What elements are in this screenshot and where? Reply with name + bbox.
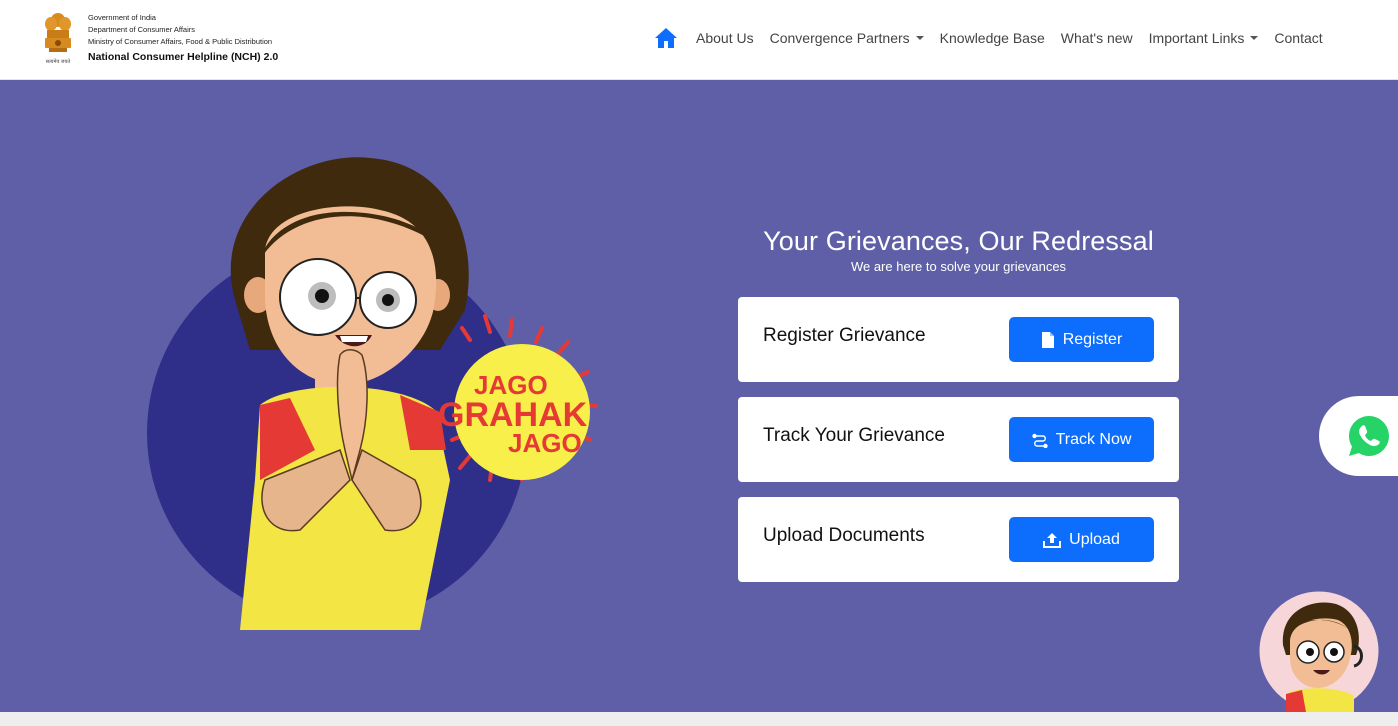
track-grievance-label: Track Your Grievance: [763, 425, 945, 446]
ashoka-emblem-icon[interactable]: सत्यमेव जयते: [40, 10, 76, 66]
jago-grahak-jago-illustration: JAGO GRAHAK JAGO: [147, 157, 598, 630]
footer-strip: [0, 712, 1398, 726]
track-now-button[interactable]: Track Now: [1009, 417, 1154, 462]
badge-line-3: JAGO: [508, 428, 582, 458]
hero-section: JAGO GRAHAK JAGO Your Grievances, Our Re…: [0, 80, 1398, 712]
brand-line-government: Government of India: [88, 13, 156, 22]
track-now-button-label: Track Now: [1055, 430, 1132, 448]
track-grievance-card: Track Your Grievance Track Now: [738, 397, 1179, 482]
nav-whats-new-label: What's new: [1060, 30, 1133, 46]
document-icon: [1041, 331, 1054, 348]
register-grievance-card: Register Grievance Register: [738, 297, 1179, 382]
home-icon: [655, 28, 677, 48]
nav-contact-label: Contact: [1274, 30, 1323, 46]
site-header: सत्यमेव जयते Government of India Departm…: [0, 0, 1398, 80]
nav-important-links[interactable]: Important Links: [1149, 30, 1259, 46]
route-icon: [1031, 433, 1048, 448]
nav-important-links-label: Important Links: [1148, 30, 1245, 46]
brand-title: National Consumer Helpline (NCH) 2.0: [88, 51, 279, 63]
brand-line-ministry: Ministry of Consumer Affairs, Food & Pub…: [88, 37, 273, 46]
upload-button[interactable]: Upload: [1009, 517, 1154, 562]
hero-headline: Your Grievances, Our Redressal We are he…: [738, 226, 1179, 274]
hero-subtitle: We are here to solve your grievances: [850, 259, 1067, 274]
register-button[interactable]: Register: [1009, 317, 1154, 362]
nav-knowledge-base[interactable]: Knowledge Base: [940, 30, 1045, 46]
nav-whats-new[interactable]: What's new: [1061, 30, 1133, 46]
caret-down-icon: [1250, 36, 1259, 40]
caret-down-icon: [915, 36, 924, 40]
upload-icon: [1043, 532, 1062, 548]
nav-about-us-label: About Us: [696, 30, 754, 46]
nav-home[interactable]: [654, 26, 678, 50]
upload-documents-card: Upload Documents Upload: [738, 497, 1179, 582]
nav-convergence-partners[interactable]: Convergence Partners: [770, 30, 924, 46]
brand-block[interactable]: Government of India Department of Consum…: [88, 12, 278, 63]
nav-contact[interactable]: Contact: [1274, 30, 1322, 46]
emblem-caption: सत्यमेव जयते: [46, 58, 71, 65]
upload-button-label: Upload: [1069, 530, 1120, 548]
nav-knowledge-base-label: Knowledge Base: [939, 30, 1045, 46]
register-grievance-label: Register Grievance: [763, 325, 926, 346]
main-nav: About Us Convergence Partners Knowledge …: [654, 0, 1339, 76]
hero-title: Your Grievances, Our Redressal: [763, 226, 1154, 256]
whatsapp-icon: [1349, 416, 1389, 456]
whatsapp-widget[interactable]: [1319, 396, 1398, 476]
brand-line-department: Department of Consumer Affairs: [88, 25, 195, 34]
register-button-label: Register: [1062, 330, 1123, 348]
upload-documents-label: Upload Documents: [763, 525, 925, 546]
nav-convergence-partners-label: Convergence Partners: [769, 30, 910, 46]
assistant-chatbot-avatar[interactable]: [1258, 590, 1380, 712]
nav-about-us[interactable]: About Us: [696, 30, 754, 46]
